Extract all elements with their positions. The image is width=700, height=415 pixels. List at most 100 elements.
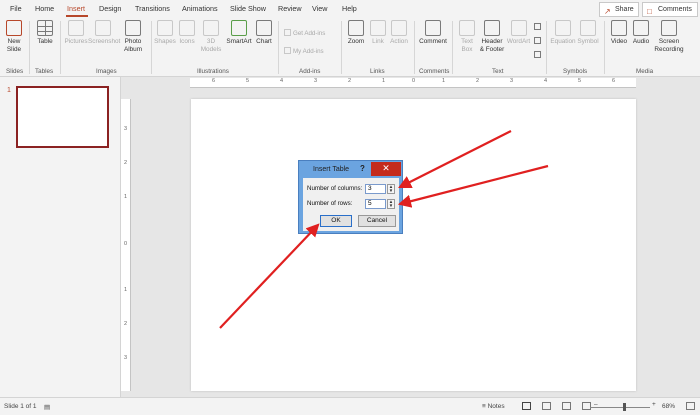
spin-down-icon[interactable]: ▼ — [389, 188, 393, 193]
columns-input[interactable]: 3 — [365, 184, 386, 194]
tab-insert[interactable]: Insert — [67, 4, 85, 13]
ok-button[interactable]: OK — [320, 215, 352, 227]
header-footer-label-2: & Footer — [479, 45, 505, 53]
chart-label: Chart — [256, 38, 272, 45]
tab-slide-show[interactable]: Slide Show — [230, 4, 266, 13]
photo-album-button[interactable]: Photo Album — [120, 20, 146, 53]
zoom-label: Zoom — [347, 38, 365, 45]
comments-label: Comments — [658, 6, 692, 13]
ribbon-separator — [151, 21, 152, 74]
date-time-icon[interactable] — [534, 23, 541, 30]
horizontal-ruler: 6 5 4 3 2 1 0 1 2 3 4 5 6 — [190, 78, 636, 88]
slideshow-view-icon[interactable] — [582, 402, 591, 410]
pictures-button[interactable]: Pictures — [63, 20, 89, 46]
rows-spinner[interactable]: ▲ ▼ — [387, 199, 395, 209]
tab-help[interactable]: Help — [342, 4, 357, 13]
slide-number-icon[interactable] — [534, 37, 541, 44]
ruler-number: 6 — [212, 78, 216, 84]
zoom-slider[interactable] — [590, 407, 650, 408]
zoom-in-icon[interactable]: + — [652, 401, 656, 408]
ribbon-separator — [29, 21, 30, 74]
comments-button[interactable]: □ Comments — [642, 2, 698, 17]
slide-canvas[interactable] — [191, 99, 636, 391]
ruler-number: 2 — [124, 321, 128, 327]
fit-slide-icon[interactable] — [686, 402, 695, 410]
accessibility-icon[interactable]: ▤ — [44, 403, 50, 411]
share-button[interactable]: ↗ Share — [599, 2, 639, 17]
video-button[interactable]: Video — [608, 20, 630, 46]
audio-button[interactable]: Audio — [630, 20, 652, 46]
ribbon-separator — [414, 21, 415, 74]
text-box-button[interactable]: Text Box — [456, 20, 478, 53]
shapes-button[interactable]: Shapes — [154, 20, 176, 46]
action-button[interactable]: Action — [389, 20, 409, 46]
tab-home[interactable]: Home — [35, 4, 54, 13]
group-label-symbols: Symbols — [563, 68, 588, 75]
tab-design[interactable]: Design — [99, 4, 121, 13]
table-button[interactable]: Table — [34, 20, 56, 46]
link-button[interactable]: Link — [368, 20, 388, 46]
zoom-slider-thumb[interactable] — [623, 403, 626, 411]
tab-transitions[interactable]: Transitions — [135, 4, 170, 13]
ribbon: New Slide Table Pictures Screenshot Phot… — [0, 18, 700, 77]
ruler-number: 2 — [348, 78, 352, 84]
icons-button[interactable]: Icons — [177, 20, 197, 46]
comment-button[interactable]: Comment — [418, 20, 448, 46]
slide-thumbnail[interactable] — [16, 86, 109, 148]
help-icon[interactable]: ? — [360, 164, 365, 173]
photo-album-label: Photo — [124, 38, 142, 45]
rows-input[interactable]: 5 — [365, 199, 386, 209]
symbol-button[interactable]: Symbol — [576, 20, 600, 46]
wordart-icon — [510, 20, 527, 36]
zoom-percent[interactable]: 68% — [662, 403, 675, 410]
screenshot-button[interactable]: Screenshot — [88, 20, 120, 46]
new-slide-button[interactable]: New Slide — [3, 20, 25, 53]
tab-review[interactable]: Review — [278, 4, 302, 13]
3d-models-button[interactable]: 3D Models — [199, 20, 223, 53]
dialog-body: Number of columns: 3 ▲ ▼ Number of rows:… — [303, 178, 399, 231]
tab-animations[interactable]: Animations — [182, 4, 218, 13]
vertical-ruler: 3 2 1 0 1 2 3 — [121, 99, 131, 391]
screen-recording-button[interactable]: Screen Recording — [652, 20, 686, 53]
header-footer-icon — [484, 20, 500, 36]
tab-view[interactable]: View — [312, 4, 327, 13]
normal-view-icon[interactable] — [522, 402, 531, 410]
shapes-icon — [157, 20, 173, 36]
columns-spinner[interactable]: ▲ ▼ — [387, 184, 395, 194]
equation-button[interactable]: Equation — [550, 20, 576, 46]
share-label: Share — [615, 6, 634, 13]
my-add-ins-button[interactable]: My Add-ins — [284, 47, 324, 55]
header-footer-button[interactable]: Header & Footer — [478, 20, 506, 53]
zoom-button[interactable]: Zoom — [345, 20, 367, 46]
notes-button[interactable]: ≡ Notes — [482, 403, 505, 410]
spin-down-icon[interactable]: ▼ — [389, 203, 393, 208]
symbol-label: Symbol — [577, 38, 599, 45]
my-add-ins-label: My Add-ins — [293, 48, 324, 55]
speaker-icon — [633, 20, 649, 36]
text-box-icon — [459, 20, 475, 36]
new-slide-icon — [6, 20, 22, 36]
icons-icon — [179, 20, 195, 36]
video-icon — [611, 20, 627, 36]
smartart-button[interactable]: SmartArt — [225, 20, 253, 46]
get-add-ins-label: Get Add-ins — [293, 30, 326, 37]
chart-button[interactable]: Chart — [254, 20, 274, 46]
new-comment-icon — [425, 20, 441, 36]
equation-icon — [555, 20, 571, 36]
object-icon[interactable] — [534, 51, 541, 58]
cancel-button[interactable]: Cancel — [358, 215, 396, 227]
active-tab-indicator — [66, 15, 88, 17]
tab-file[interactable]: File — [10, 4, 22, 13]
wordart-button[interactable]: WordArt — [506, 20, 531, 46]
table-icon — [37, 20, 53, 36]
get-add-ins-button[interactable]: Get Add-ins — [284, 29, 325, 37]
screen-recording-label-2: Recording — [654, 45, 684, 53]
equation-label: Equation — [550, 38, 576, 45]
close-button[interactable]: ✕ — [371, 162, 401, 176]
dialog-title: Insert Table — [313, 166, 350, 173]
photo-album-icon — [125, 20, 141, 36]
3d-models-icon — [203, 20, 219, 36]
slide-sorter-icon[interactable] — [542, 402, 551, 410]
notes-label: Notes — [487, 403, 505, 410]
reading-view-icon[interactable] — [562, 402, 571, 410]
